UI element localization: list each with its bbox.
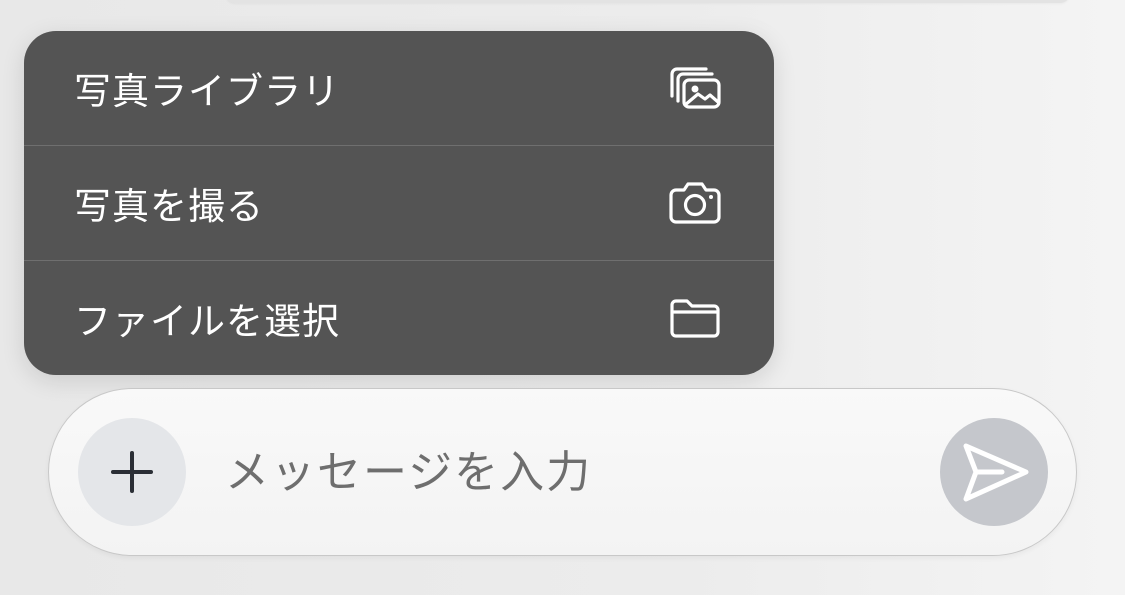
menu-item-take-photo[interactable]: 写真を撮る [24,146,774,260]
menu-item-choose-file[interactable]: ファイルを選択 [24,261,774,375]
message-input[interactable] [225,433,915,511]
photo-library-icon [668,65,722,111]
send-button[interactable] [940,418,1048,526]
plus-icon [111,451,153,493]
menu-item-photo-library[interactable]: 写真ライブラリ [24,31,774,145]
attachment-menu: 写真ライブラリ 写真を撮る ファイルを選択 [24,31,774,375]
camera-icon [668,180,722,226]
menu-item-label: 写真を撮る [74,185,264,228]
card-edge [225,0,1070,3]
send-icon [963,443,1029,502]
folder-icon [668,295,722,341]
menu-item-label: ファイルを選択 [74,300,340,343]
menu-item-label: 写真ライブラリ [74,70,340,113]
message-composer [48,388,1077,556]
add-attachment-button[interactable] [78,418,186,526]
